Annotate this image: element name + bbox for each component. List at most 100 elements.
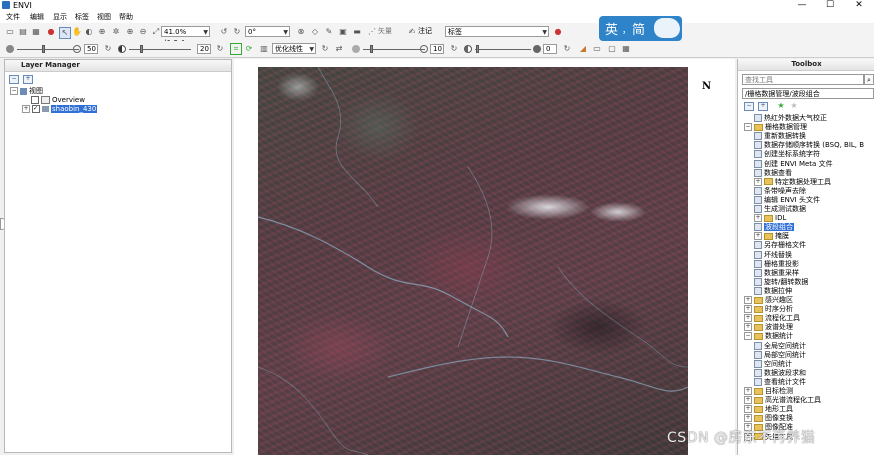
close-button[interactable]: ✕ [845, 0, 873, 11]
expander-icon[interactable]: − [744, 123, 752, 132]
toolbox-tool[interactable]: 编辑 ENVI 头文件 [754, 195, 820, 205]
contrast-field[interactable]: 20 [197, 44, 211, 54]
ime-english-mode[interactable]: 英 [605, 19, 618, 38]
toolbox-tool[interactable]: 局部空间统计 [754, 350, 806, 360]
expand-all-button[interactable]: + [758, 102, 768, 111]
toolbox-folder[interactable]: + 流程化工具 [744, 314, 800, 323]
data-manager-icon[interactable]: ▤ [18, 27, 28, 37]
transparency-field[interactable]: 0 [543, 44, 557, 54]
vector-label[interactable]: 矢量 [378, 26, 392, 37]
annotation-label[interactable]: 注记 [418, 26, 432, 37]
ime-status-badge[interactable]: 英 ， 简 [599, 16, 682, 41]
toolbox-folder[interactable]: + 目标检测 [744, 387, 793, 396]
brightness-field[interactable]: 50 [84, 44, 98, 54]
reset-sharpen-icon[interactable]: ↻ [449, 44, 459, 54]
export-icon[interactable]: ▭ [592, 44, 602, 54]
search-icon[interactable]: ⌕ [864, 74, 874, 85]
toolbox-tool[interactable]: 空间统计 [754, 359, 792, 369]
toolbox-folder[interactable]: + 高光谱流程化工具 [744, 396, 821, 405]
favorites-icon[interactable]: ★ [776, 101, 786, 111]
open-file-icon[interactable]: ▭ [5, 27, 15, 37]
reset-stretch-icon[interactable]: ↻ [320, 44, 330, 54]
layer-item-overview[interactable]: Overview [31, 96, 85, 105]
toolbox-tool[interactable]: 查看统计文件 [754, 377, 806, 387]
swipe-icon[interactable]: ✎ [324, 27, 334, 37]
toolbox-folder[interactable]: + 地形工具 [744, 405, 793, 414]
menu-edit[interactable]: 编辑 [30, 11, 44, 23]
expander-icon[interactable]: + [744, 414, 752, 423]
transparency-slider[interactable] [475, 49, 531, 50]
menu-display[interactable]: 显示 [53, 11, 67, 23]
expander-icon[interactable]: − [10, 87, 18, 95]
toolbox-tool[interactable]: 数据波段求和 [754, 368, 806, 378]
expander-icon[interactable]: + [754, 232, 762, 241]
stretch-type-combo[interactable]: 优化线性 ▼ [272, 43, 316, 54]
annotation-type-combo[interactable]: 标签 ▼ [445, 26, 549, 37]
toolbox-tool[interactable]: 条带噪声去除 [754, 186, 806, 196]
fly-icon[interactable]: ✲ [111, 27, 121, 37]
maximize-button[interactable]: ☐ [816, 0, 844, 11]
reset-brightness-icon[interactable]: ↻ [103, 44, 113, 54]
toolbox-folder[interactable]: + 掩膜 [754, 232, 789, 241]
rotate-left-icon[interactable]: ↺ [219, 27, 229, 37]
reset-contrast-icon[interactable]: ↻ [215, 44, 225, 54]
brightness-thumb[interactable] [42, 45, 45, 53]
crosshair-icon[interactable]: ⊗ [296, 27, 306, 37]
rotate-combo[interactable]: 0° ▼ [245, 26, 290, 37]
toolbox-tool[interactable]: 数据重采样 [754, 268, 799, 278]
layer-icon[interactable]: ▦ [31, 27, 41, 37]
satellite-image[interactable] [258, 67, 688, 455]
expander-icon[interactable]: + [744, 305, 752, 314]
toolbox-folder[interactable]: + 时序分析 [744, 305, 793, 314]
recent-icon[interactable]: ★ [789, 101, 799, 111]
tree-root-view[interactable]: − 视图 [10, 87, 43, 96]
toolbox-tool[interactable]: 创建坐标系统字符 [754, 150, 820, 159]
toolbox-tool[interactable]: 数据查看 [754, 168, 792, 178]
toolbox-folder[interactable]: + 感兴趣区 [744, 296, 793, 305]
toolbox-folder[interactable]: + IDL [754, 214, 786, 223]
transparency-thumb[interactable] [476, 45, 479, 53]
menu-label[interactable]: 标签 [75, 11, 89, 23]
zoom-combo[interactable]: 41.0% (1:2.4▼ [161, 26, 210, 47]
linear-stretch-icon[interactable]: ⌗ [230, 43, 242, 55]
minimize-button[interactable]: — [788, 0, 816, 11]
zoom-in-icon[interactable]: ⊕ [125, 27, 135, 37]
ime-punctuation[interactable]: ， [622, 23, 631, 36]
toolbox-tool[interactable]: 重新数据转换 [754, 132, 806, 141]
menu-file[interactable]: 文件 [6, 11, 20, 23]
toolbox-tool[interactable]: 全局空间统计 [754, 341, 806, 351]
zoom-out-icon[interactable]: ⊖ [138, 27, 148, 37]
select-cursor-icon[interactable]: ↖ [59, 27, 71, 39]
expand-all-button[interactable]: + [23, 75, 33, 84]
chip-icon[interactable]: ◢ [578, 44, 588, 54]
layer-item-raster[interactable]: + ✓ shaobin_430 [22, 105, 98, 114]
grid-icon[interactable]: ▣ [338, 27, 348, 37]
toolbox-tool[interactable]: 热红外数据大气校正 [754, 114, 827, 123]
expander-icon[interactable]: + [744, 405, 752, 414]
toolbox-tool[interactable]: 数据拉伸 [754, 286, 792, 296]
expander-icon[interactable]: + [754, 177, 762, 186]
zoom-icon[interactable]: ⊕ [97, 27, 107, 37]
contrast-slider[interactable] [129, 49, 191, 50]
expander-icon[interactable]: + [754, 214, 762, 223]
toolbox-tool[interactable]: 旋转/翻转数据 [754, 277, 808, 287]
toolbox-search-input[interactable]: 查找工具 [742, 74, 864, 85]
toolbox-folder[interactable]: − 数据统计 [744, 332, 793, 341]
reset-transparency-icon[interactable]: ↻ [562, 44, 572, 54]
raster-checkbox[interactable]: ✓ [32, 105, 40, 113]
pan-hand-icon[interactable]: ✋ [72, 27, 82, 37]
expander-icon[interactable]: + [744, 387, 752, 395]
toolbox-folder[interactable]: + 波谱处理 [744, 323, 793, 332]
expander-icon[interactable]: + [744, 323, 752, 332]
sharpen-thumb[interactable] [370, 45, 373, 53]
overview-checkbox[interactable] [31, 96, 39, 104]
annotation-icon[interactable]: ✍ [407, 27, 417, 37]
zoom-fit-icon[interactable]: ⤢ [151, 27, 161, 37]
toolbox-folder[interactable]: + 图像变换 [744, 414, 793, 423]
toolbox-tool[interactable]: 波段组合 [754, 223, 794, 232]
measure-icon[interactable]: ◇ [310, 27, 320, 37]
expander-icon[interactable]: + [744, 314, 752, 323]
menu-help[interactable]: 帮助 [119, 11, 133, 23]
menu-view[interactable]: 视图 [97, 11, 111, 23]
sharpen-field[interactable]: 10 [430, 44, 444, 54]
